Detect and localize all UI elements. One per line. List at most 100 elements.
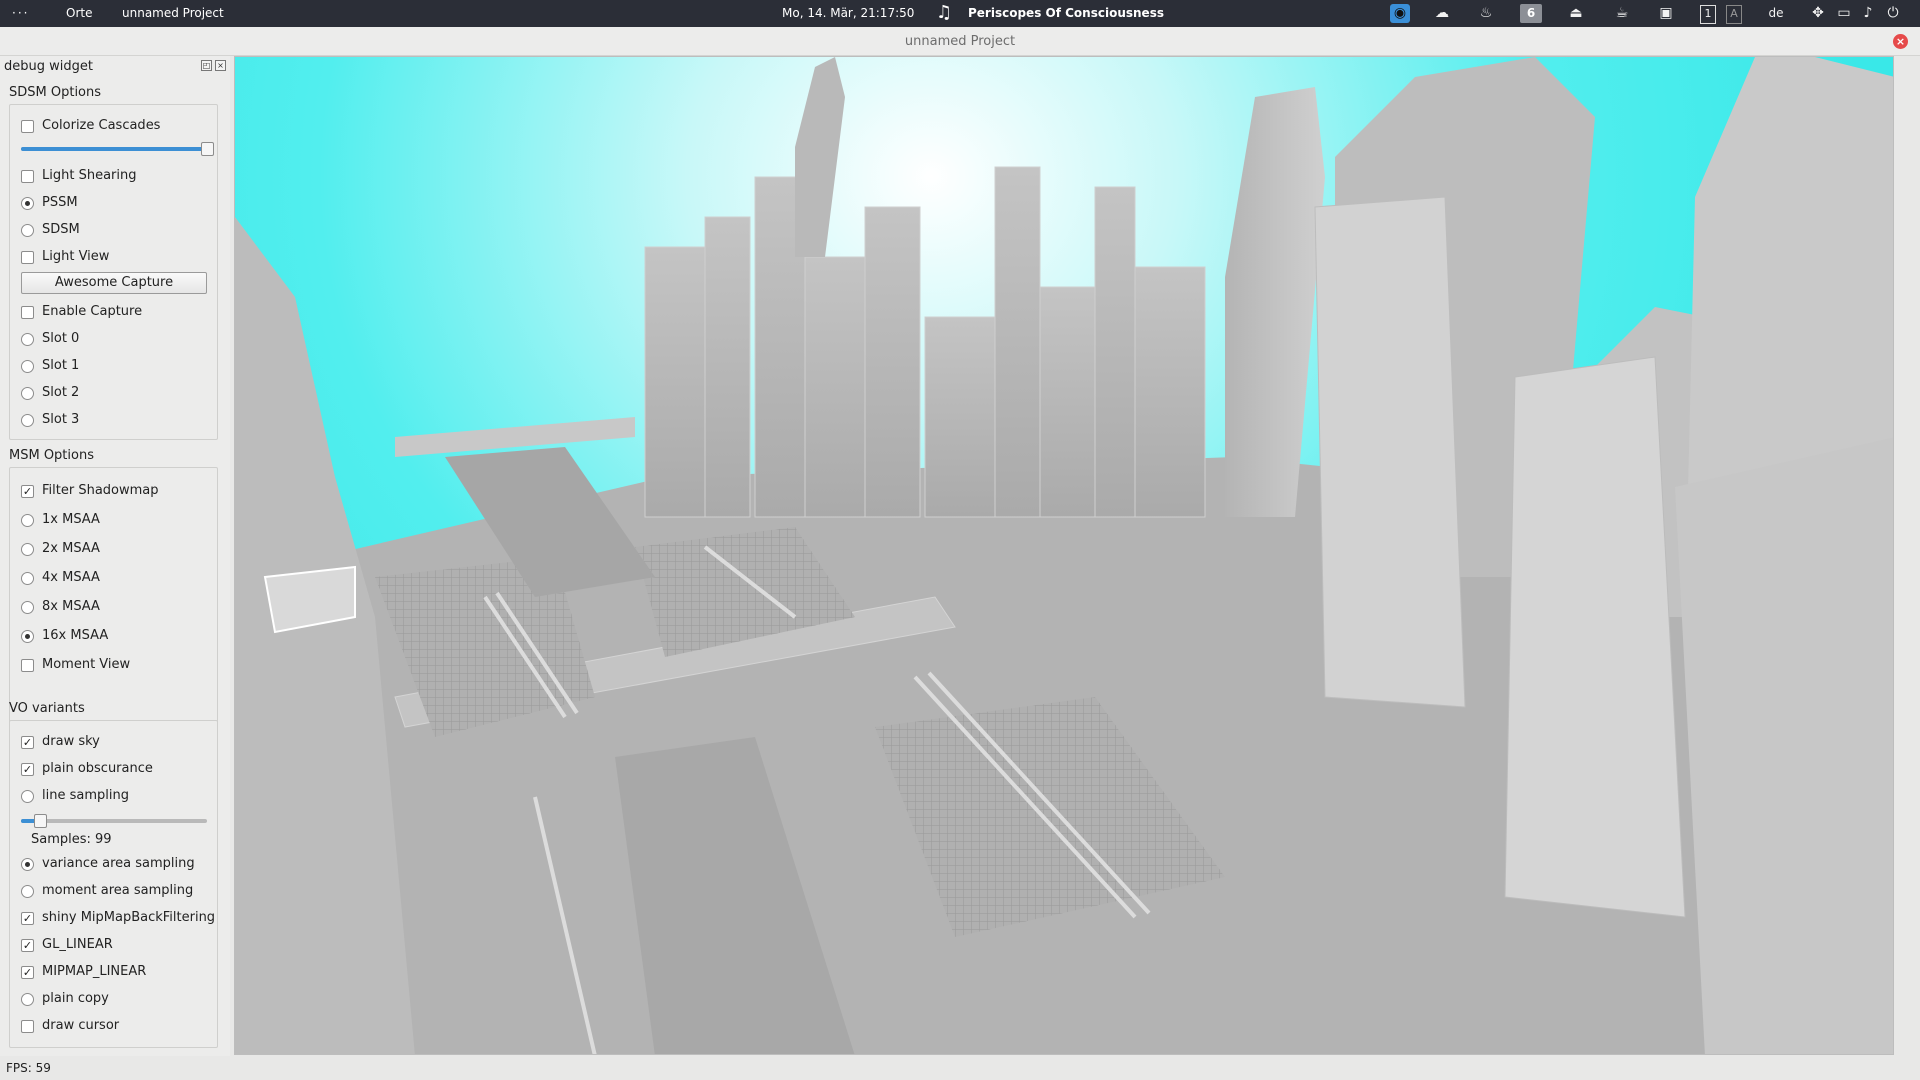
checkbox-box[interactable] [21, 119, 34, 133]
draw-cursor-checkbox[interactable]: draw cursor [21, 1017, 119, 1035]
checkbox-box[interactable] [21, 169, 34, 183]
slider-handle[interactable] [33, 814, 47, 828]
clipboard-icon[interactable]: ▣ [1656, 4, 1676, 23]
slot-0-radio[interactable]: Slot 0 [21, 330, 79, 348]
keyboard-layout[interactable]: de [1766, 4, 1786, 23]
checkbox-label: Filter Shadowmap [42, 483, 159, 498]
keyboard-a-icon[interactable]: A [1726, 5, 1742, 24]
radio-button[interactable] [21, 223, 34, 237]
variance-area-sampling-radio[interactable]: variance area sampling [21, 855, 195, 873]
checkbox-box[interactable]: ✓ [21, 735, 34, 749]
sdsm-radio[interactable]: SDSM [21, 221, 80, 239]
colorize-cascades-checkbox[interactable]: Colorize Cascades [21, 117, 160, 135]
radio-button[interactable] [21, 571, 34, 585]
radio-label: Slot 2 [42, 385, 80, 400]
gl-linear-checkbox[interactable]: ✓ GL_LINEAR [21, 936, 113, 954]
radio-label: line sampling [42, 788, 129, 803]
checkbox-box[interactable]: ✓ [21, 965, 34, 979]
radio-button[interactable] [21, 413, 34, 427]
keyboard-1-icon[interactable]: 1 [1700, 5, 1716, 24]
checkbox-label: GL_LINEAR [42, 937, 113, 952]
plain-obscurance-checkbox[interactable]: ✓ plain obscurance [21, 760, 153, 778]
cascade-slider[interactable] [21, 142, 214, 156]
vo-variants-group: ✓ draw sky ✓ plain obscurance line samplin… [9, 720, 218, 1048]
slot-3-radio[interactable]: Slot 3 [21, 411, 79, 429]
slider-fill [21, 147, 207, 151]
radio-button[interactable] [21, 542, 34, 556]
radio-button[interactable] [21, 789, 34, 803]
power-icon[interactable]: ⏻ [1883, 4, 1903, 23]
radio-button[interactable] [21, 332, 34, 346]
checkbox-box[interactable] [21, 658, 34, 672]
light-view-checkbox[interactable]: Light View [21, 248, 109, 266]
checkbox-box[interactable] [21, 1019, 34, 1033]
checkbox-box[interactable]: ✓ [21, 938, 34, 952]
samples-slider[interactable] [21, 814, 207, 828]
radio-button[interactable] [21, 600, 34, 614]
slot-2-radio[interactable]: Slot 2 [21, 384, 79, 402]
slider-handle[interactable] [201, 142, 214, 156]
render-viewport[interactable] [234, 56, 1894, 1055]
moment-view-checkbox[interactable]: Moment View [21, 656, 130, 674]
checkbox-box[interactable]: ✓ [21, 484, 34, 498]
shiny-mipmap-checkbox[interactable]: ✓ shiny MipMapBackFiltering [21, 909, 215, 927]
filter-shadowmap-checkbox[interactable]: ✓ Filter Shadowmap [21, 482, 159, 500]
pssm-radio[interactable]: PSSM [21, 194, 78, 212]
radio-label: 1x MSAA [42, 512, 100, 527]
msaa-8x-radio[interactable]: 8x MSAA [21, 598, 100, 616]
plain-copy-radio[interactable]: plain copy [21, 990, 109, 1008]
radio-button[interactable] [21, 992, 34, 1006]
radio-button[interactable] [21, 359, 34, 373]
radio-button[interactable] [21, 884, 34, 898]
checkbox-label: shiny MipMapBackFiltering [42, 910, 216, 925]
music-note-icon[interactable]: ♫ [936, 0, 952, 26]
bulb-icon[interactable]: ♨ [1476, 4, 1496, 23]
radio-label: 8x MSAA [42, 599, 100, 614]
fps-counter: FPS: 59 [6, 1061, 51, 1075]
checkbox-box[interactable]: ✓ [21, 911, 34, 925]
dock-float-button[interactable]: ◰ [201, 60, 212, 71]
radio-button[interactable] [21, 513, 34, 527]
radio-label: 16x MSAA [42, 628, 109, 643]
radio-label: 2x MSAA [42, 541, 100, 556]
coffee-icon[interactable]: ☕ [1612, 4, 1632, 23]
checkbox-label: Colorize Cascades [42, 118, 161, 133]
dock-close-button[interactable]: × [215, 60, 226, 71]
app-menu[interactable]: unnamed Project [122, 0, 224, 27]
window-titlebar[interactable]: unnamed Project × [0, 27, 1920, 56]
radio-button[interactable] [21, 386, 34, 400]
network-icon[interactable]: ✥ [1808, 4, 1828, 23]
volume-icon[interactable]: ♪ [1858, 4, 1878, 23]
radio-button[interactable] [21, 196, 34, 210]
slot-1-radio[interactable]: Slot 1 [21, 357, 79, 375]
display-icon[interactable]: ▭ [1834, 4, 1854, 23]
light-shearing-checkbox[interactable]: Light Shearing [21, 167, 136, 185]
enable-capture-checkbox[interactable]: Enable Capture [21, 303, 142, 321]
city-scene [235, 57, 1893, 1054]
weather-icon[interactable]: ☁ [1432, 4, 1452, 23]
window-title: unnamed Project [904, 34, 1016, 49]
radio-label: Slot 1 [42, 358, 80, 373]
draw-sky-checkbox[interactable]: ✓ draw sky [21, 733, 100, 751]
checkbox-box[interactable] [21, 305, 34, 319]
msaa-4x-radio[interactable]: 4x MSAA [21, 569, 100, 587]
now-playing-title[interactable]: Periscopes Of Consciousness [968, 0, 1164, 27]
moment-area-sampling-radio[interactable]: moment area sampling [21, 882, 193, 900]
places-menu[interactable]: Orte [66, 0, 92, 27]
mipmap-linear-checkbox[interactable]: ✓ MIPMAP_LINEAR [21, 963, 146, 981]
checkbox-box[interactable]: ✓ [21, 762, 34, 776]
radio-button[interactable] [21, 629, 34, 643]
workspace-indicator[interactable]: 6 [1520, 4, 1542, 23]
clock[interactable]: Mo, 14. Mär, 21:17:50 [782, 0, 914, 27]
msaa-16x-radio[interactable]: 16x MSAA [21, 627, 108, 645]
checkbox-box[interactable] [21, 250, 34, 264]
awesome-capture-button[interactable]: Awesome Capture [21, 272, 207, 294]
activities-button[interactable]: ··· [12, 0, 29, 27]
msaa-1x-radio[interactable]: 1x MSAA [21, 511, 100, 529]
line-sampling-radio[interactable]: line sampling [21, 787, 129, 805]
spotify-icon[interactable]: ◉ [1390, 4, 1410, 23]
msaa-2x-radio[interactable]: 2x MSAA [21, 540, 100, 558]
window-close-button[interactable]: × [1893, 34, 1908, 49]
radio-button[interactable] [21, 857, 34, 871]
eject-icon[interactable]: ⏏ [1566, 4, 1586, 23]
